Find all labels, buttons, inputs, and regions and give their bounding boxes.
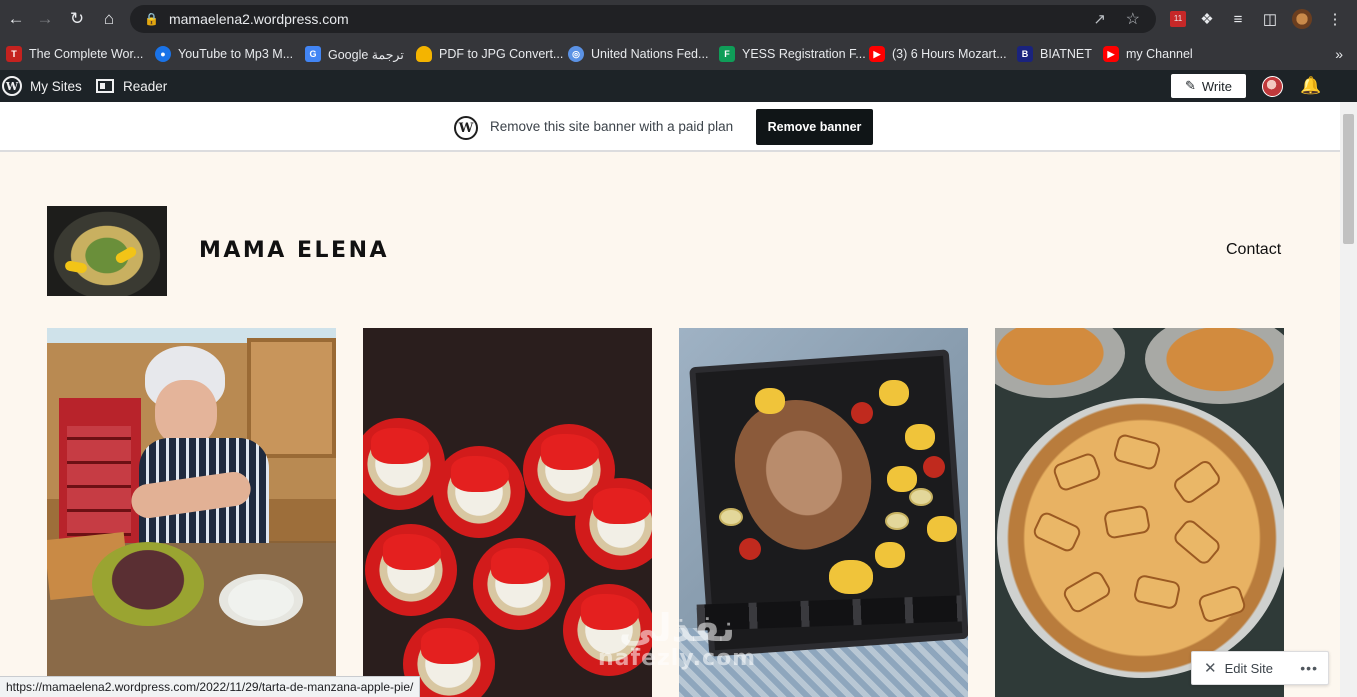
youtube-icon: ▶ xyxy=(869,46,885,62)
remove-banner-button[interactable]: Remove banner xyxy=(756,109,873,145)
upgrade-banner: W Remove this site banner with a paid pl… xyxy=(0,102,1340,152)
bookmark-item[interactable]: F YESS Registration F... xyxy=(719,38,866,70)
reader-menu[interactable]: Reader xyxy=(96,70,167,102)
my-sites-label: My Sites xyxy=(30,78,82,94)
notifications-bell-icon[interactable]: 🔔 xyxy=(1300,76,1322,96)
bookmark-item[interactable]: ● YouTube to Mp3 M... xyxy=(155,38,293,70)
nav-contact-link[interactable]: Contact xyxy=(1226,241,1281,259)
side-panel-icon[interactable]: ◫ xyxy=(1259,8,1281,30)
forward-arrow-icon[interactable]: → xyxy=(29,0,61,38)
edit-site-label: Edit Site xyxy=(1224,660,1273,676)
biat-icon: B xyxy=(1017,46,1033,62)
reader-icon xyxy=(96,79,114,93)
tools-icon: ✕ xyxy=(1204,660,1217,677)
wp-admin-bar: W My Sites Reader ✎ Write 🔔 xyxy=(0,70,1357,102)
bookmark-item[interactable]: G Google ترجمة xyxy=(305,38,404,70)
status-bar-url: https://mamaelena2.wordpress.com/2022/11… xyxy=(0,676,421,697)
blue-disc-icon: ● xyxy=(155,46,171,62)
edit-site-button[interactable]: ✕ Edit Site ••• xyxy=(1191,651,1329,685)
bookmark-item[interactable]: PDF to JPG Convert... xyxy=(416,38,563,70)
back-arrow-icon[interactable]: ← xyxy=(0,0,32,38)
bookmarks-bar: T The Complete Wor... ● YouTube to Mp3 M..… xyxy=(0,38,1357,70)
profile-avatar-icon[interactable] xyxy=(1291,8,1313,30)
wordpress-logo-icon: W xyxy=(454,116,478,140)
post-thumbnail[interactable] xyxy=(47,328,336,697)
extension-badge-icon[interactable]: 11 xyxy=(1167,8,1189,30)
youtube-icon: ▶ xyxy=(1103,46,1119,62)
watermark-arabic: نفذلي xyxy=(618,606,736,650)
lock-icon: 🔒 xyxy=(144,12,159,26)
watermark-latin: nafezly.com xyxy=(598,646,757,671)
write-label: Write xyxy=(1201,78,1232,94)
page-scrollbar[interactable] xyxy=(1340,102,1357,697)
bookmark-item[interactable]: ▶ my Channel xyxy=(1103,38,1193,70)
share-icon[interactable]: ↗ xyxy=(1093,10,1106,28)
banner-text: Remove this site banner with a paid plan xyxy=(490,119,734,134)
un-emblem-icon: ◎ xyxy=(568,46,584,62)
bookmarks-overflow-icon[interactable]: » xyxy=(1335,38,1343,70)
write-button[interactable]: ✎ Write xyxy=(1171,74,1246,98)
google-translate-icon: G xyxy=(305,46,321,62)
bookmark-item[interactable]: B BIATNET xyxy=(1017,38,1092,70)
scrollbar-thumb[interactable] xyxy=(1343,114,1354,244)
bookmark-item[interactable]: T The Complete Wor... xyxy=(6,38,143,70)
burger-icon xyxy=(416,46,432,62)
home-icon[interactable]: ⌂ xyxy=(93,0,125,38)
browser-toolbar: ← → ↻ ⌂ 🔒 mamaelena2.wordpress.com ↗ ☆ 1… xyxy=(0,0,1357,38)
kebab-menu-icon[interactable]: ⋮ xyxy=(1324,8,1346,30)
address-bar-url: mamaelena2.wordpress.com xyxy=(168,11,349,27)
puzzle-extensions-icon[interactable]: ❖ xyxy=(1196,8,1218,30)
reload-icon[interactable]: ↻ xyxy=(61,0,93,38)
more-options-icon[interactable]: ••• xyxy=(1300,660,1318,676)
my-sites-menu[interactable]: W My Sites xyxy=(2,70,82,102)
wordpress-logo-icon: W xyxy=(2,76,22,96)
post-thumbnail[interactable] xyxy=(995,328,1284,697)
bookmark-star-icon[interactable]: ☆ xyxy=(1126,9,1140,29)
site-logo[interactable] xyxy=(47,206,167,296)
watermark-logo: نفذلي nafezly.com xyxy=(598,608,756,670)
media-queue-icon[interactable]: ≡ xyxy=(1227,8,1249,30)
site-title[interactable]: MAMA ELENA xyxy=(199,238,389,263)
reader-label: Reader xyxy=(123,78,168,94)
address-bar[interactable]: 🔒 mamaelena2.wordpress.com ↗ ☆ xyxy=(130,5,1156,33)
red-square-icon: T xyxy=(6,46,22,62)
bookmark-item[interactable]: ▶ (3) 6 Hours Mozart... xyxy=(869,38,1007,70)
user-avatar[interactable] xyxy=(1262,76,1283,97)
pen-icon: ✎ xyxy=(1184,78,1196,93)
forms-icon: F xyxy=(719,46,735,62)
bookmark-item[interactable]: ◎ United Nations Fed... xyxy=(568,38,708,70)
